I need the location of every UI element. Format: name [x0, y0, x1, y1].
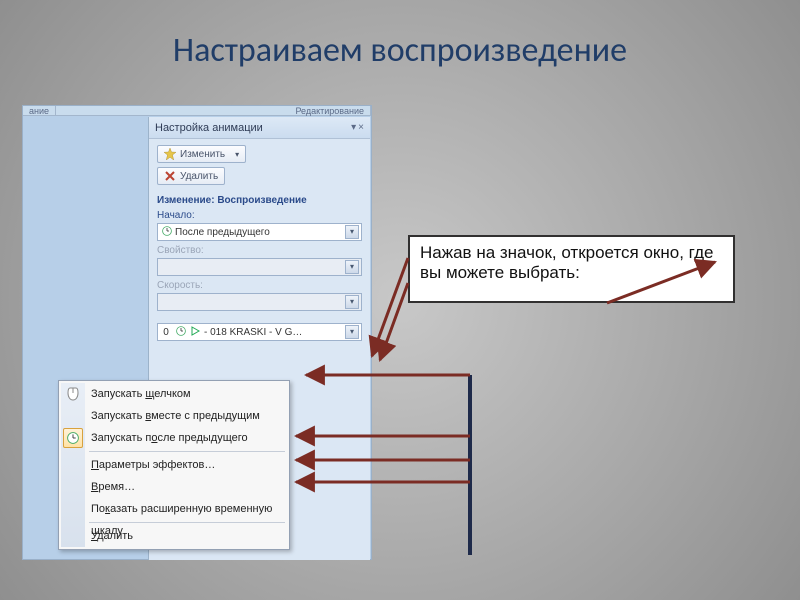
mouse-icon: [66, 387, 80, 401]
ribbon-tab-right[interactable]: Редактирование: [289, 106, 371, 116]
delete-label: Удалить: [180, 171, 218, 182]
separator: [89, 451, 285, 452]
chevron-down-icon: ▾: [345, 260, 359, 274]
menu-timing[interactable]: Время…: [61, 476, 287, 498]
chevron-down-icon[interactable]: ▾: [345, 225, 359, 239]
menu-start-click[interactable]: Запускать щелчком: [61, 383, 287, 405]
clock-icon: [162, 226, 172, 239]
ribbon-strip: ание Редактирование: [23, 106, 371, 116]
anim-text: - 018 KRASKI - V G…: [204, 327, 341, 338]
chevron-down-icon: ▾: [235, 150, 239, 159]
pane-title: Настройка анимации: [155, 122, 263, 134]
chevron-down-icon[interactable]: ▾: [345, 325, 359, 339]
start-combo[interactable]: После предыдущего ▾: [157, 223, 362, 241]
anim-index: 0: [160, 327, 172, 338]
change-label: Изменить: [180, 149, 225, 160]
star-icon: [164, 148, 176, 160]
close-icon[interactable]: ×: [358, 122, 364, 133]
menu-start-with-prev[interactable]: Запускать вместе с предыдущим: [61, 405, 287, 427]
pane-header: Настройка анимации ▾ ×: [149, 117, 370, 139]
start-label: Начало:: [157, 210, 362, 221]
separator: [89, 522, 285, 523]
property-label: Свойство:: [157, 245, 362, 256]
property-combo: ▾: [157, 258, 362, 276]
callout-text: Нажав на значок, откроется окно, где вы …: [420, 243, 713, 282]
pane-menu-icon[interactable]: ▾: [351, 122, 356, 133]
menu-start-after-prev[interactable]: Запускать после предыдущего: [61, 427, 287, 449]
change-button[interactable]: Изменить ▾: [157, 145, 246, 163]
section-title: Изменение: Воспроизведение: [157, 195, 362, 206]
play-icon: [190, 326, 200, 339]
speed-label: Скорость:: [157, 280, 362, 291]
menu-remove[interactable]: Удалить: [61, 525, 287, 547]
speed-combo: ▾: [157, 293, 362, 311]
start-value: После предыдущего: [175, 227, 270, 238]
callout-box: Нажав на значок, откроется окно, где вы …: [408, 235, 735, 303]
page-title: Настраиваем воспроизведение: [0, 30, 800, 71]
clock-icon: [63, 428, 83, 448]
delete-button[interactable]: Удалить: [157, 167, 225, 185]
animation-list-item[interactable]: 0 - 018 KRASKI - V G… ▾: [157, 323, 362, 341]
context-menu: Запускать щелчком Запускать вместе с пре…: [58, 380, 290, 550]
x-icon: [164, 170, 176, 182]
menu-effect-options[interactable]: Параметры эффектов…: [61, 454, 287, 476]
menu-show-timeline[interactable]: Показать расширенную временную шкалу: [61, 498, 287, 520]
chevron-down-icon: ▾: [345, 295, 359, 309]
ribbon-tab-left[interactable]: ание: [23, 106, 56, 116]
clock-icon: [176, 326, 186, 339]
